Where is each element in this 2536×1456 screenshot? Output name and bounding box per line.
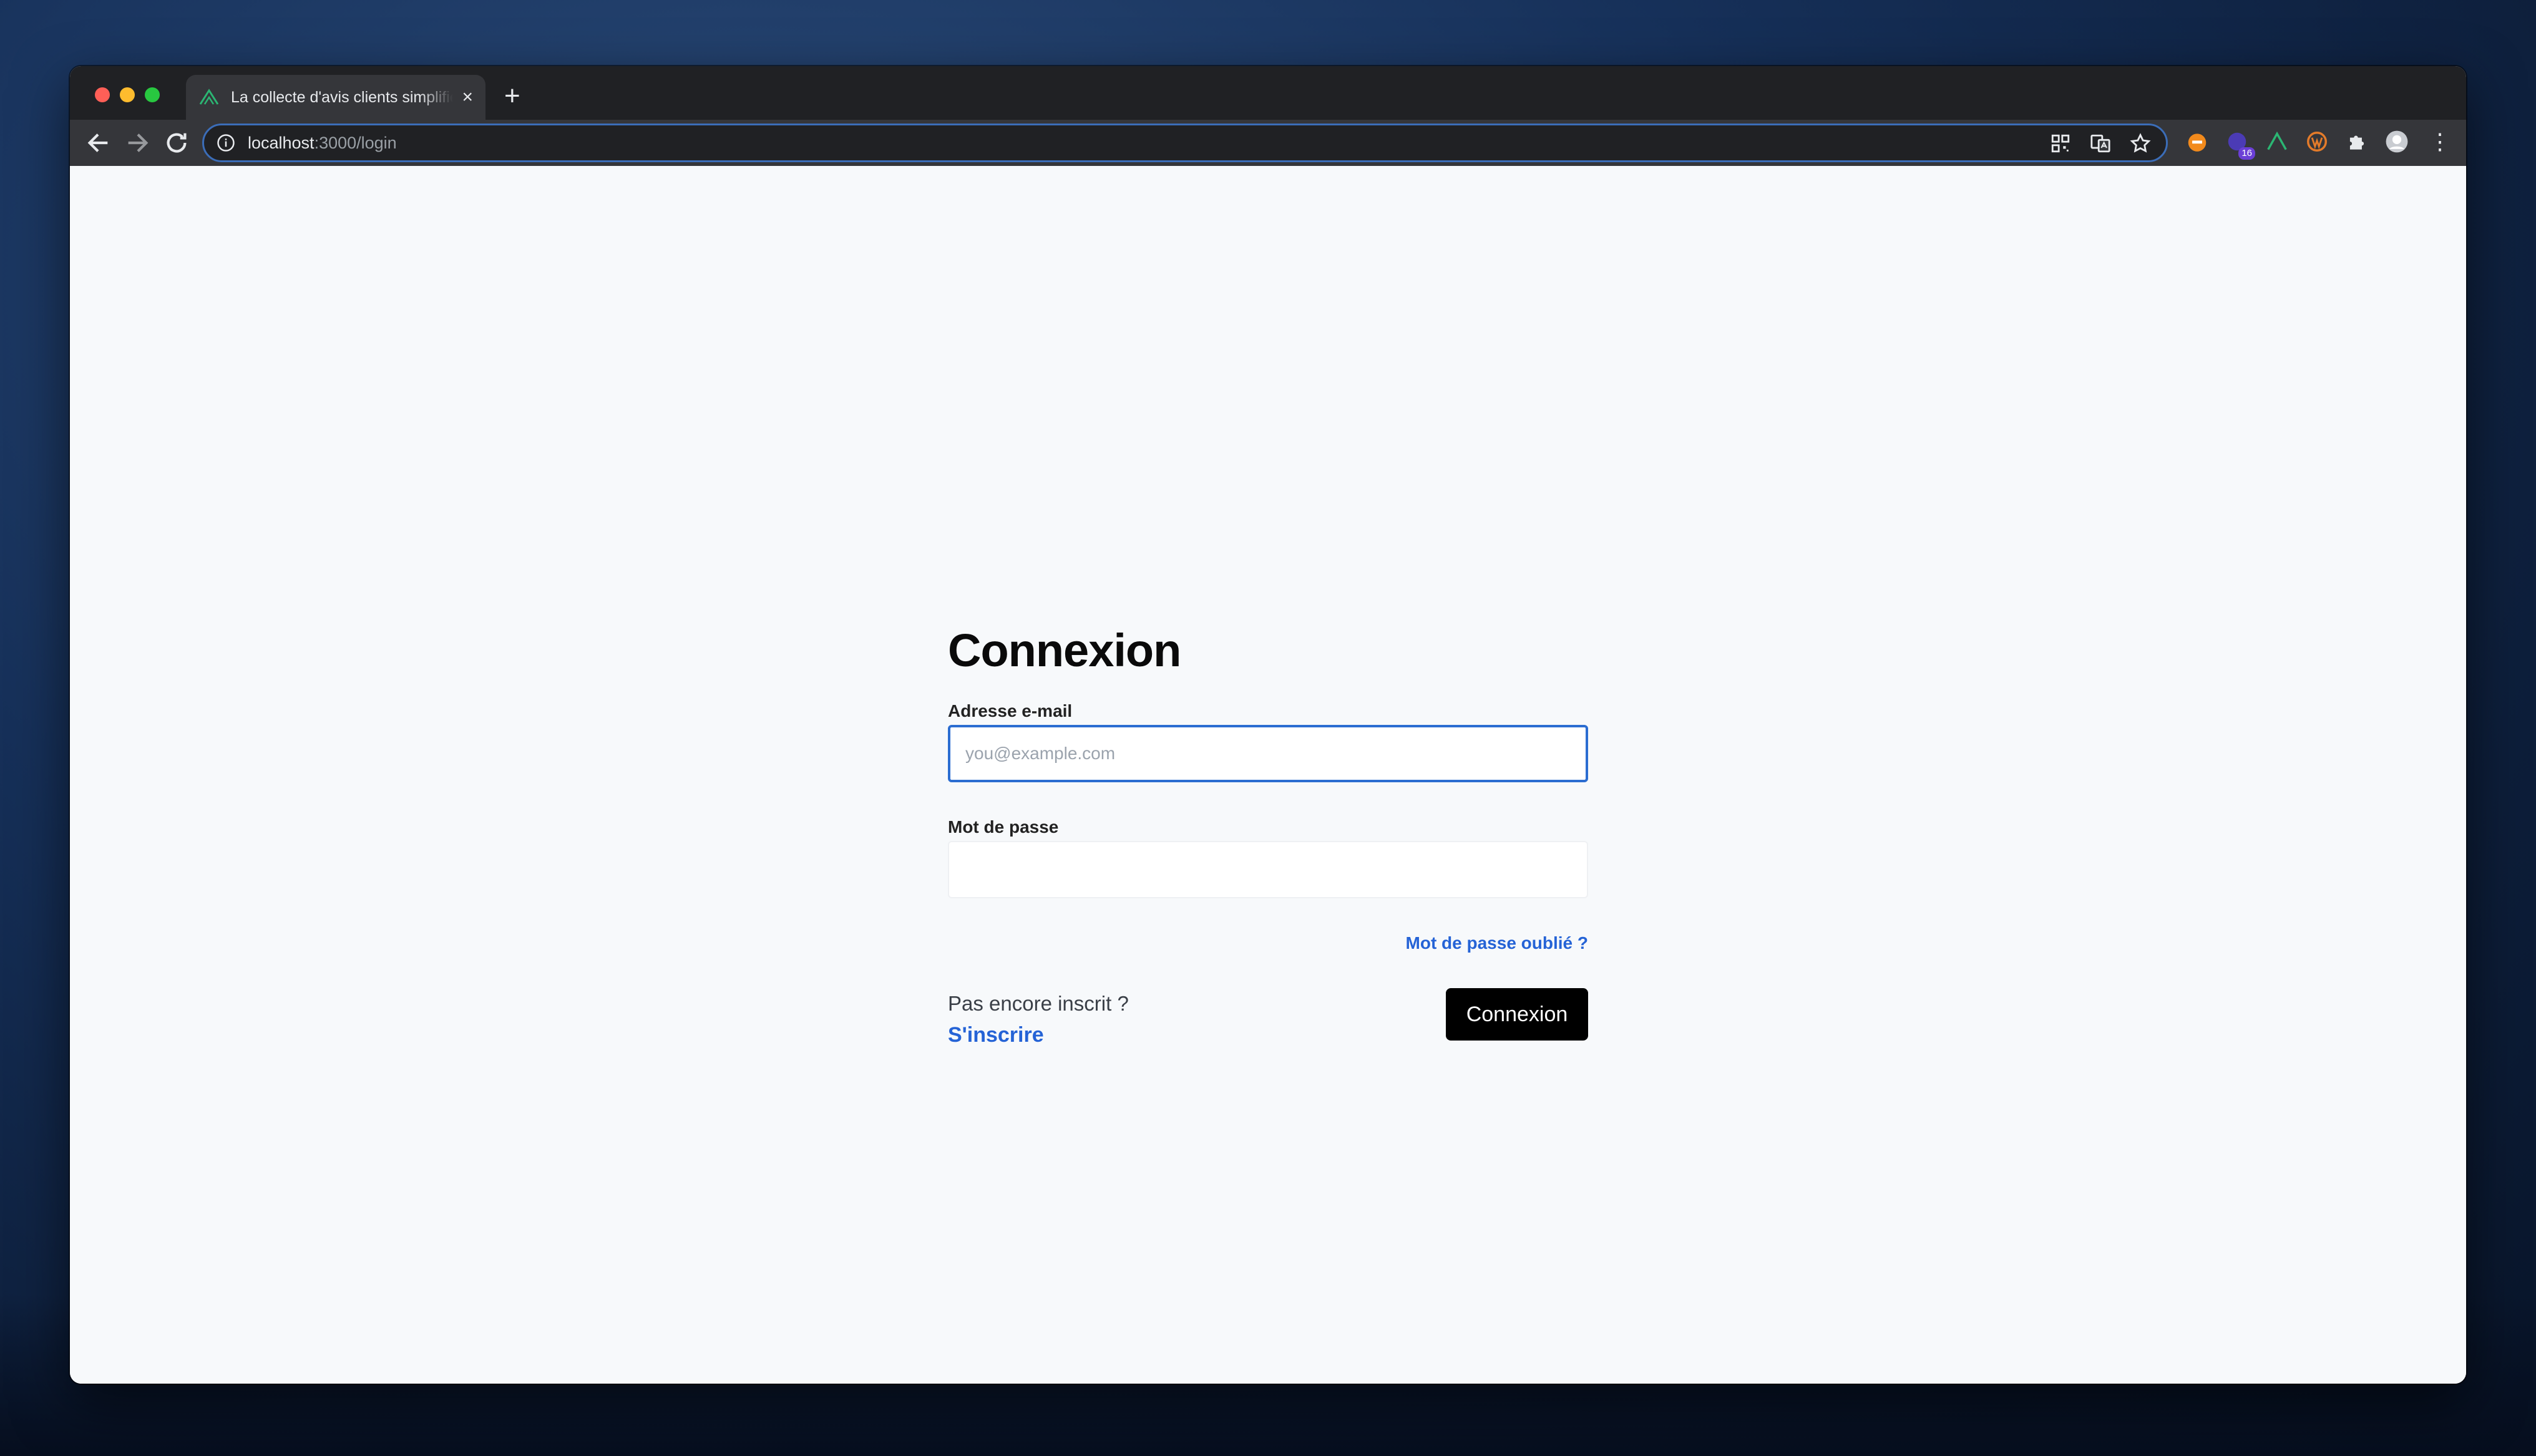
browser-toolbar: localhost:3000/login 16 ⋮ [70,120,2466,166]
site-info-icon[interactable] [217,133,235,152]
extension-badge: 16 [2238,147,2255,160]
reload-icon[interactable] [162,129,191,157]
email-label: Adresse e-mail [948,701,1073,721]
extensions-puzzle-icon[interactable] [2345,130,2369,153]
close-window-button[interactable] [95,87,110,102]
url-path: :3000/login [314,133,397,152]
tab-close-icon[interactable]: × [462,88,473,107]
extension-wordpress-icon[interactable] [2305,130,2329,153]
browser-titlebar: La collecte d'avis clients simplifiée × … [70,66,2466,120]
profile-avatar[interactable] [2385,130,2409,153]
login-form: Connexion Adresse e-mail Mot de passe Mo… [948,624,1588,1047]
site-favicon-icon [199,89,219,105]
forgot-password-link[interactable]: Mot de passe oublié ? [1406,933,1588,953]
page-title: Connexion [948,624,1181,676]
login-submit-button[interactable]: Connexion [1446,988,1588,1041]
address-bar[interactable]: localhost:3000/login [202,124,2168,162]
back-arrow-icon[interactable] [84,129,112,157]
tab-title: La collecte d'avis clients simplifiée [231,88,454,106]
no-account-text: Pas encore inscrit ? [948,992,1129,1015]
password-field[interactable] [948,841,1588,898]
translate-icon[interactable] [2090,133,2111,154]
browser-window: La collecte d'avis clients simplifiée × … [70,66,2466,1384]
minimize-window-button[interactable] [120,87,135,102]
extension-orange-icon[interactable] [2185,130,2209,153]
page-content: Connexion Adresse e-mail Mot de passe Mo… [70,166,2466,1384]
signup-link[interactable]: S'inscrire [948,1023,1044,1047]
maximize-window-button[interactable] [145,87,160,102]
bookmark-star-icon[interactable] [2130,133,2151,154]
extension-triangle-icon[interactable] [2265,130,2289,153]
browser-menu-icon[interactable]: ⋮ [2429,130,2451,153]
email-field[interactable] [948,725,1588,782]
password-label: Mot de passe [948,817,1059,837]
forward-arrow-icon[interactable] [124,129,152,157]
browser-tab-active[interactable]: La collecte d'avis clients simplifiée × [186,75,485,120]
new-tab-button[interactable]: + [504,82,520,110]
url-host: localhost [248,133,315,152]
extension-purple-icon[interactable]: 16 [2225,130,2255,160]
qr-code-icon[interactable] [2050,133,2071,154]
